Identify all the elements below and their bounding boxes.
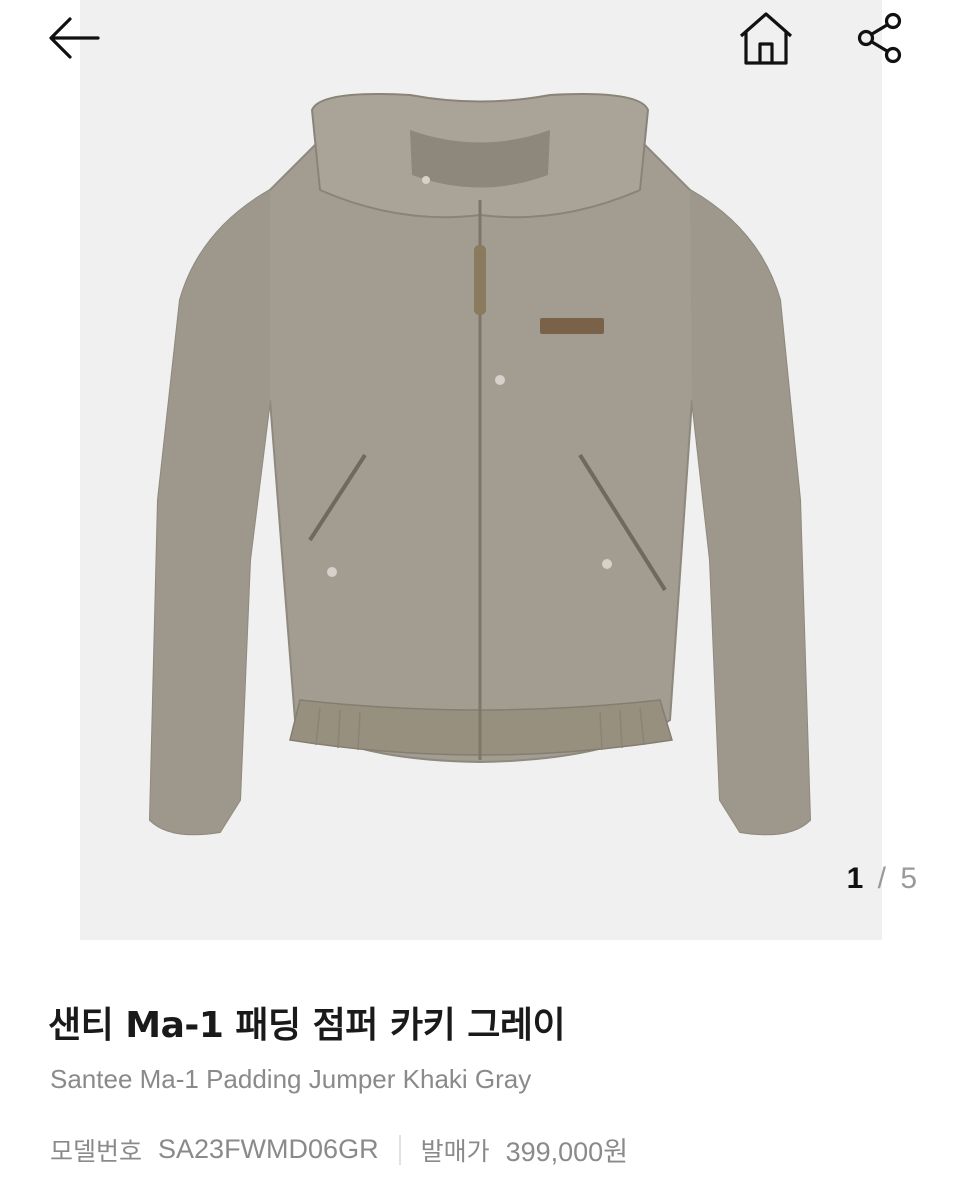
product-image-jacket[interactable]	[80, 0, 882, 940]
product-meta-row: 모델번호 SA23FWMD06GR 발매가 399,000원	[50, 1130, 628, 1169]
release-price-label: 발매가	[420, 1136, 490, 1166]
home-icon	[739, 12, 793, 65]
meta-divider	[398, 1134, 401, 1165]
current-page-number: 1	[846, 862, 865, 895]
home-button[interactable]	[734, 6, 798, 70]
page-separator: /	[877, 862, 887, 895]
product-image-gallery[interactable]: 1 / 5	[0, 0, 960, 940]
release-price-value: 399,000원	[505, 1137, 629, 1167]
arrow-left-icon	[49, 17, 100, 59]
model-number-label: 모델번호	[50, 1136, 143, 1166]
product-subtitle: Santee Ma-1 Padding Jumper Khaki Gray	[50, 1064, 532, 1094]
share-button[interactable]	[848, 6, 912, 70]
model-number-value: SA23FWMD06GR	[158, 1134, 379, 1164]
product-info-section: 샌티 Ma-1 패딩 점퍼 카키 그레이 Santee Ma-1 Padding…	[0, 940, 960, 1200]
back-button[interactable]	[42, 6, 106, 70]
product-title: 샌티 Ma-1 패딩 점퍼 카키 그레이	[48, 1005, 566, 1046]
share-icon	[857, 12, 902, 64]
top-navigation-bar	[0, 0, 960, 80]
image-page-indicator: 1 / 5	[847, 862, 918, 896]
total-pages-number: 5	[900, 862, 918, 895]
